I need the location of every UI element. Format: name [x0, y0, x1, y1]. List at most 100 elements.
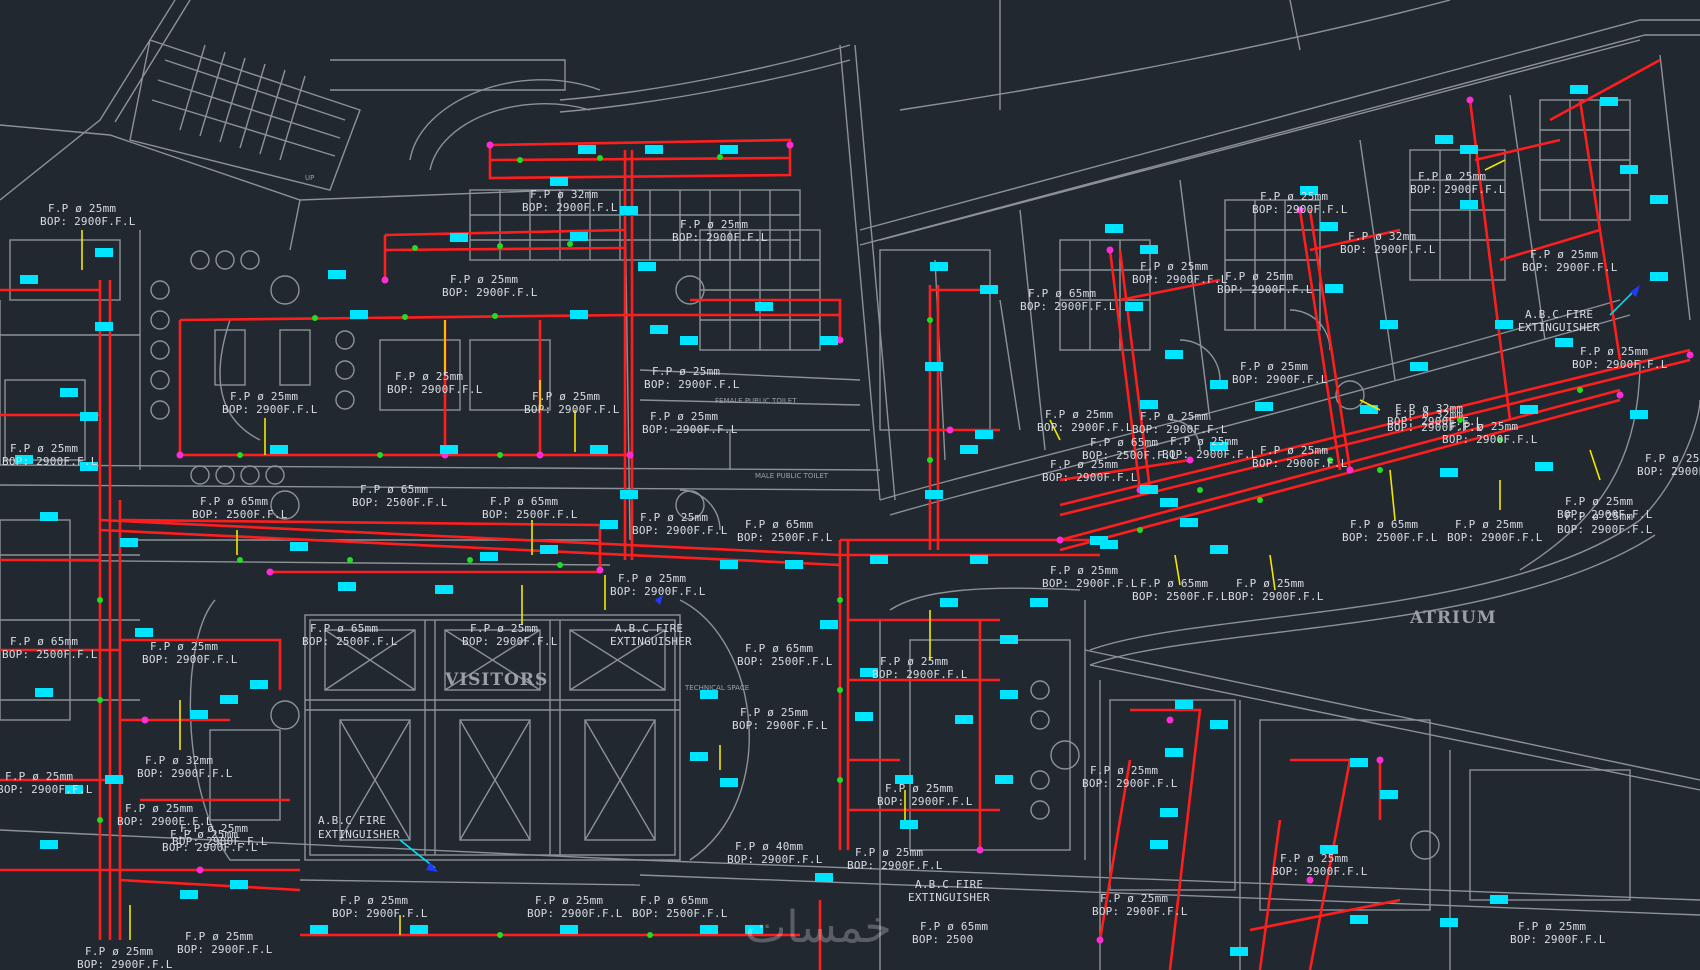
pipe-size-label: F.P ø 25mm [1530, 248, 1598, 261]
pipe-elevation-label: BOP: 2900F.F.L [847, 859, 943, 872]
pipe-size-label: F.P ø 25mm [1565, 510, 1633, 523]
room-label-visitors: VISITORS [444, 670, 548, 690]
pipe-size-label: F.P ø 25mm [885, 782, 953, 795]
pipe-elevation-label: BOP: 2900F.F.L [1447, 531, 1543, 544]
pipe-elevation-label: BOP: 2900F.F.L [1272, 865, 1368, 878]
stair-up-label: UP [305, 174, 314, 182]
fire-extinguisher-label-4: A.B.C FIRE [915, 878, 983, 891]
architecture-layer [0, 0, 1700, 970]
pipe-elevation-label: BOP: 2900F.F.L [2, 455, 98, 468]
pipe-size-label: F.P ø 25mm [1050, 564, 1118, 577]
pipe-size-label: F.P ø 25mm [1225, 270, 1293, 283]
pipe-size-label: F.P ø 25mm [532, 390, 600, 403]
pipe-elevation-label: BOP: 2900F.F.L [1020, 300, 1116, 313]
pipe-elevation-label: BOP: 2900F.F.L [1228, 590, 1324, 603]
pipe-elevation-label: BOP: 2900F.F.L [1637, 465, 1700, 478]
pipe-size-label: F.P ø 25mm [470, 622, 538, 635]
pipe-elevation-label: BOP: 2900F.F.L [40, 215, 136, 228]
pipe-size-label: F.P ø 25mm [680, 218, 748, 231]
pipe-elevation-label: BOP: 2900F.F.L [462, 635, 558, 648]
pipe-size-label: F.P ø 25mm [395, 370, 463, 383]
pipe-elevation-label: BOP: 2900F.F.L [77, 958, 173, 970]
pipe-elevation-label: BOP: 2900F.F.L [1410, 183, 1506, 196]
pipe-size-label: F.P ø 65mm [310, 622, 378, 635]
room-label-male-toilet: MALE PUBLIC TOILET [755, 472, 829, 480]
pipe-size-label: F.P ø 25mm [1045, 408, 1113, 421]
pipe-elevation-label: BOP: 2500F.F.L [2, 648, 98, 661]
pipe-elevation-label: BOP: 2900F.F.L [1132, 423, 1228, 436]
pipe-elevation-label: BOP: 2900F.F.L [642, 423, 738, 436]
pipe-size-label: F.P ø 32mm [1348, 230, 1416, 243]
pipe-size-label: F.P ø 25mm [1565, 495, 1633, 508]
pipe-elevation-label: BOP: 2900F.F.L [137, 767, 233, 780]
pipe-elevation-label: BOP: 2900F.F.L [1572, 358, 1668, 371]
pipe-size-label: F.P ø 25mm [640, 511, 708, 524]
pipe-elevation-label: BOP: 2900F.F.L [644, 378, 740, 391]
pipe-size-label: F.P ø 65mm [200, 495, 268, 508]
pipe-elevation-label: BOP: 2900F.F.L [632, 524, 728, 537]
pipe-elevation-label: BOP: 2500F.F.L [737, 655, 833, 668]
pipe-size-label: F.P ø 25mm [340, 894, 408, 907]
pipe-size-label: F.P ø 25mm [1090, 764, 1158, 777]
pipe-size-label: F.P ø 25mm [10, 442, 78, 455]
pipe-elevation-label: BOP: 2900F.F.L [524, 403, 620, 416]
pipe-size-label: F.P ø 25mm [1140, 260, 1208, 273]
pipe-size-label: F.P ø 25mm [1236, 577, 1304, 590]
pipe-elevation-label: BOP: 2900F.F.L [1510, 933, 1606, 946]
pipe-size-label: F.P ø 25mm [125, 802, 193, 815]
pipe-elevation-label: BOP: 2900F.F.L [172, 835, 268, 848]
pipe-elevation-label: BOP: 2900F.F.L [1042, 471, 1138, 484]
fire-extinguisher-label-2b: EXTINGUISHER [610, 635, 692, 648]
pipe-size-label: F.P ø 25mm [1260, 444, 1328, 457]
pipe-elevation-label: BOP: 2900F.F.L [877, 795, 973, 808]
pipe-elevation-label: BOP: 2900F.F.L [1037, 421, 1133, 434]
pipe-elevation-label: BOP: 2500F.F.L [632, 907, 728, 920]
pipe-size-label: F.P ø 65mm [360, 483, 428, 496]
pipe-elevation-label: BOP: 2900F.F.L [387, 383, 483, 396]
pipe-elevation-label: BOP: 2900F.F.L [672, 231, 768, 244]
pipe-size-label: F.P ø 25mm [880, 655, 948, 668]
pipe-size-label: F.P ø 25mm [1260, 190, 1328, 203]
extinguisher-arrow-icon-3 [1630, 285, 1640, 297]
pipe-elevation-label: BOP: 2900F.F.L [527, 907, 623, 920]
pipe-elevation-label: BOP: 2900F.F.L [1522, 261, 1618, 274]
cad-drawing-canvas[interactable]: F.P ø 25mmBOP: 2900F.F.LF.P ø 32mmBOP: 2… [0, 0, 1700, 970]
extinguisher-arrow-icon-1 [426, 862, 438, 872]
pipe-elevation-label: BOP: 2900F.F.L [1217, 283, 1313, 296]
fire-extinguisher-label-2: A.B.C FIRE [615, 622, 683, 635]
pipe-size-label: F.P ø 25mm [618, 572, 686, 585]
pipe-elevation-label: BOP: 2900F.F.L [1252, 203, 1348, 216]
pipe-size-label: F.P ø 25mm [855, 846, 923, 859]
pipe-size-label: F.P ø 25mm [1140, 410, 1208, 423]
pipe-size-label: F.P ø 25mm [1645, 452, 1700, 465]
pipe-size-label: F.P ø 25mm [1240, 360, 1308, 373]
pipe-elevation-label: BOP: 2500F.F.L [192, 508, 288, 521]
pipe-elevation-label: BOP: 2900F.F.L [1442, 433, 1538, 446]
pipe-size-label: F.P ø 25mm [180, 822, 248, 835]
pipe-elevation-label: BOP: 2900F.F.L [1092, 905, 1188, 918]
pipe-size-label: F.P ø 40mm [735, 840, 803, 853]
pipe-size-label: F.P ø 32mm [530, 188, 598, 201]
fire-extinguisher-label-3: A.B.C FIRE [1525, 308, 1593, 321]
fire-extinguisher-label-1b: EXTINGUISHER [318, 828, 400, 841]
pipe-elevation-label: BOP: 2900F.F.L [732, 719, 828, 732]
pipe-elevation-label: BOP: 2900F.F.L [0, 783, 93, 796]
watermark-text: خمسات [745, 902, 892, 953]
pipe-size-label: F.P ø 25mm [1450, 420, 1518, 433]
pipe-elevation-label: BOP: 2900F.F.L [1042, 577, 1138, 590]
pipe-elevation-label: BOP: 2900F.F.L [142, 653, 238, 666]
pipe-size-label: F.P ø 25mm [230, 390, 298, 403]
pipe-size-label: F.P ø 25mm [650, 410, 718, 423]
pipe-elevation-label: BOP: 2900F.F.L [332, 907, 428, 920]
pipe-elevation-label: BOP: 2900F.F.L [1557, 523, 1653, 536]
pipe-size-label: F.P ø 65mm [10, 635, 78, 648]
fire-extinguisher-label-4b: EXTINGUISHER [908, 891, 990, 904]
pipe-size-label: F.P ø 25mm [48, 202, 116, 215]
pipe-elevation-label: BOP: 2500F.F.L [737, 531, 833, 544]
pipe-elevation-label: BOP: 2500F.F.L [1132, 590, 1228, 603]
pipe-elevation-label: BOP: 2500F.F.L [302, 635, 398, 648]
pipe-elevation-label: BOP: 2900F.F.L [727, 853, 823, 866]
pipe-size-label: F.P ø 25mm [1280, 852, 1348, 865]
pipe-elevation-label: BOP: 2500F.F.L [352, 496, 448, 509]
pipe-size-label: F.P ø 25mm [1455, 518, 1523, 531]
